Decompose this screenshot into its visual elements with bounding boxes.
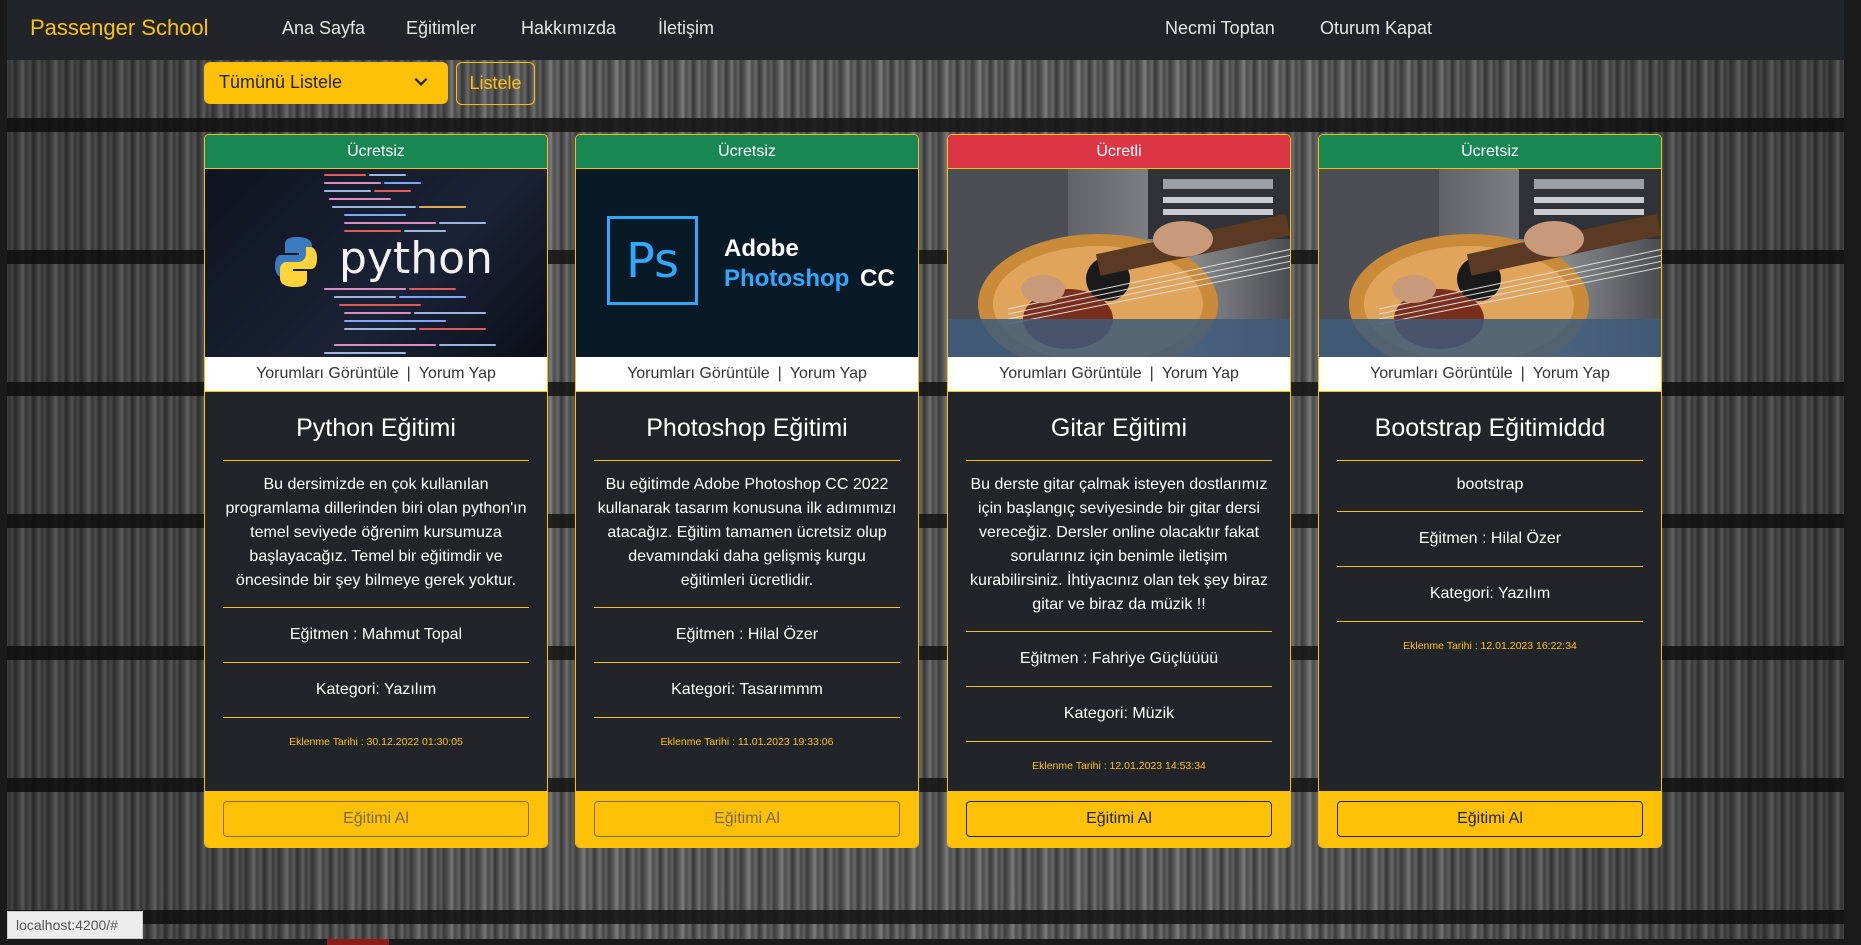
photoshop-logo-text: Ps — [625, 232, 680, 289]
card-links: Yorumları Görüntüle | Yorum Yap — [205, 357, 547, 392]
window-edge-bottom — [0, 939, 1861, 945]
card-links: Yorumları Görüntüle | Yorum Yap — [948, 357, 1290, 392]
add-comment-link[interactable]: Yorum Yap — [1162, 365, 1239, 383]
taskbar-marker — [327, 939, 389, 945]
card-body: Gitar Eğitimi Bu derste gitar çalmak ist… — [948, 414, 1290, 772]
price-badge: Ücretsiz — [1319, 135, 1661, 169]
guitar-photo-graphic — [948, 169, 1290, 357]
card-links: Yorumları Görüntüle | Yorum Yap — [1319, 357, 1661, 392]
guitar-image — [1319, 169, 1661, 357]
course-description: bootstrap — [1456, 476, 1524, 493]
course-card: Ücretli Yorumları Görüntüle | Yorum Yap — [947, 134, 1291, 848]
guitar-photo-graphic — [1319, 169, 1661, 357]
course-title: Bootstrap Eğitimiddd — [1374, 414, 1606, 442]
chevron-down-icon — [414, 77, 428, 86]
enroll-button[interactable]: Eğitimi Al — [594, 801, 900, 837]
course-date: Eklenme Tarihi : 30.12.2022 01:30:05 — [289, 736, 463, 748]
course-description: Bu eğitimde Adobe Photoshop CC 2022 kull… — [597, 476, 897, 589]
course-instructor: Eğitmen : Hilal Özer — [1418, 530, 1562, 547]
course-description: Bu dersimizde en çok kullanılan programl… — [225, 476, 527, 589]
course-instructor: Eğitmen : Mahmut Topal — [289, 626, 463, 643]
course-title: Python Eğitimi — [296, 414, 456, 442]
course-category: Kategori: Yazılım — [315, 681, 437, 698]
card-body: Bootstrap Eğitimiddd bootstrap Eğitmen :… — [1319, 414, 1661, 652]
price-badge: Ücretsiz — [576, 135, 918, 169]
view-comments-link[interactable]: Yorumları Görüntüle — [256, 365, 399, 383]
nav-link-courses[interactable]: Eğitimler — [406, 18, 476, 39]
card-body: Photoshop Eğitimi Bu eğitimde Adobe Phot… — [576, 414, 918, 748]
course-card: Ücretsiz python Yorumları Görüntüle | Yo… — [204, 134, 548, 848]
course-card: Ücretsiz Ps Adobe Photoshop CC Yorumları… — [575, 134, 919, 848]
brand-link[interactable]: Passenger School — [30, 15, 209, 41]
add-comment-link[interactable]: Yorum Yap — [1533, 365, 1610, 383]
course-date: Eklenme Tarihi : 11.01.2023 19:33:06 — [660, 736, 834, 748]
course-date: Eklenme Tarihi : 12.01.2023 16:22:34 — [1403, 640, 1577, 652]
window-edge-right — [1844, 0, 1861, 945]
card-footer: Eğitimi Al — [576, 791, 918, 847]
course-date: Eklenme Tarihi : 12.01.2023 14:53:34 — [1032, 760, 1206, 772]
course-category: Kategori: Müzik — [1063, 705, 1175, 722]
window-edge-left — [0, 0, 7, 945]
guitar-image — [948, 169, 1290, 357]
nav-link-home[interactable]: Ana Sayfa — [282, 18, 365, 39]
add-comment-link[interactable]: Yorum Yap — [419, 365, 496, 383]
python-logo-icon — [275, 237, 317, 287]
card-footer: Eğitimi Al — [205, 791, 547, 847]
python-image-text: python — [339, 233, 493, 284]
view-comments-link[interactable]: Yorumları Görüntüle — [1370, 365, 1513, 383]
card-footer: Eğitimi Al — [948, 791, 1290, 847]
card-links: Yorumları Görüntüle | Yorum Yap — [576, 357, 918, 392]
enroll-button[interactable]: Eğitimi Al — [966, 801, 1272, 837]
logout-link[interactable]: Oturum Kapat — [1320, 18, 1432, 39]
course-instructor: Eğitmen : Fahriye Güçlüüüü — [1019, 650, 1219, 667]
view-comments-link[interactable]: Yorumları Görüntüle — [999, 365, 1142, 383]
list-button[interactable]: Listele — [456, 62, 535, 105]
course-category: Kategori: Yazılım — [1429, 585, 1551, 602]
course-title: Photoshop Eğitimi — [646, 414, 848, 442]
link-separator: | — [1149, 365, 1154, 382]
photoshop-brand-text: Adobe — [724, 235, 799, 262]
link-separator: | — [1520, 365, 1525, 382]
enroll-button[interactable]: Eğitimi Al — [223, 801, 529, 837]
course-title: Gitar Eğitimi — [1050, 414, 1188, 442]
status-bar-url: localhost:4200/# — [7, 911, 143, 939]
add-comment-link[interactable]: Yorum Yap — [790, 365, 867, 383]
select-value: Tümünü Listele — [219, 72, 343, 92]
link-separator: | — [406, 365, 411, 382]
course-card: Ücretsiz Yorumları Görüntüle | Yorum Yap — [1318, 134, 1662, 848]
navbar: Passenger School Ana Sayfa Eğitimler Hak… — [7, 0, 1844, 60]
course-instructor: Eğitmen : Hilal Özer — [675, 626, 819, 643]
price-badge: Ücretli — [948, 135, 1290, 169]
nav-link-about[interactable]: Hakkımızda — [521, 18, 616, 39]
enroll-button[interactable]: Eğitimi Al — [1337, 801, 1643, 837]
course-category: Kategori: Tasarımmm — [671, 681, 823, 698]
photoshop-product-text: Photoshop — [724, 265, 850, 292]
price-badge: Ücretsiz — [205, 135, 547, 169]
course-description: Bu derste gitar çalmak isteyen dostlarım… — [970, 476, 1268, 613]
photoshop-image: Ps Adobe Photoshop CC — [576, 169, 918, 357]
nav-link-contact[interactable]: İletişim — [658, 18, 714, 39]
card-body: Python Eğitimi Bu dersimizde en çok kull… — [205, 414, 547, 748]
python-image: python — [205, 169, 547, 357]
photoshop-logo-icon: Ps — [607, 216, 698, 305]
card-footer: Eğitimi Al — [1319, 791, 1661, 847]
link-separator: | — [777, 365, 782, 382]
view-comments-link[interactable]: Yorumları Görüntüle — [627, 365, 770, 383]
photoshop-version-text: CC — [860, 265, 895, 292]
nav-user-name[interactable]: Necmi Toptan — [1165, 18, 1275, 39]
category-filter-select[interactable]: Tümünü Listele — [204, 62, 448, 104]
